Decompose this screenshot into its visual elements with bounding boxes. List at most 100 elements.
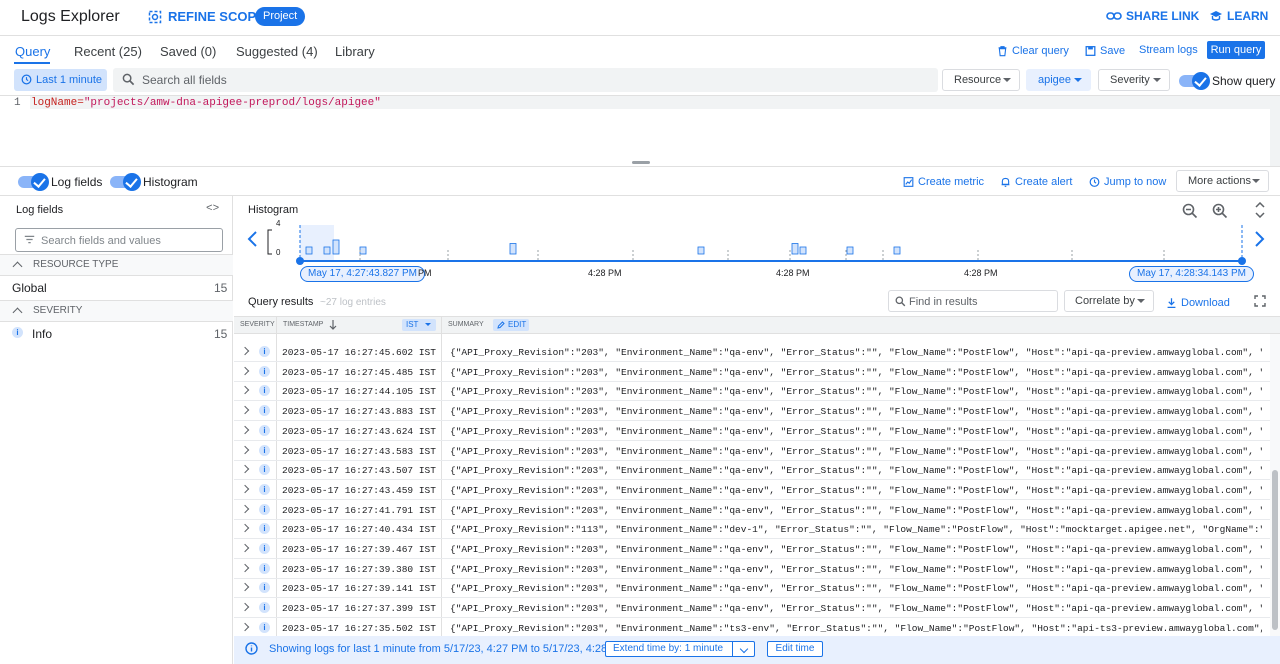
histogram-end-label[interactable]: May 17, 4:28:34.143 PM xyxy=(1129,266,1254,282)
editor-scrollbar[interactable] xyxy=(1270,96,1280,166)
create-alert-button[interactable]: Create alert xyxy=(1000,175,1072,189)
chevron-right-icon[interactable] xyxy=(240,366,250,375)
tab-suggested[interactable]: Suggested (4) xyxy=(236,44,318,59)
create-metric-button[interactable]: Create metric xyxy=(903,175,984,189)
log-entry-row[interactable]: i 2023-05-17 16:27:35.502 IST {"API_Proxy_… xyxy=(234,618,1270,636)
col-severity-header[interactable]: SEVERITY xyxy=(240,321,275,328)
severity-section-header[interactable]: SEVERITY xyxy=(0,300,233,322)
fullscreen-icon[interactable] xyxy=(1254,295,1266,307)
log-entry-row[interactable]: i 2023-05-17 16:27:43.459 IST {"API_Proxy_… xyxy=(234,480,1270,500)
log-entry-row[interactable]: i 2023-05-17 16:27:43.883 IST {"API_Proxy_… xyxy=(234,401,1270,422)
tab-saved[interactable]: Saved (0) xyxy=(160,44,216,59)
chevron-right-icon[interactable] xyxy=(240,602,250,612)
log-summary[interactable]: {"API_Proxy_Revision":"203", "Environmen… xyxy=(450,505,1262,516)
log-entry-row[interactable]: i 2023-05-17 16:27:41.791 IST {"API_Proxy_… xyxy=(234,500,1270,520)
search-all-fields-input[interactable]: Search all fields xyxy=(113,68,938,92)
log-summary[interactable]: {"API_Proxy_Revision":"203", "Environmen… xyxy=(450,603,1262,614)
histogram-bar[interactable] xyxy=(799,246,807,255)
chevron-right-icon[interactable] xyxy=(240,622,250,632)
chevron-right-icon[interactable] xyxy=(240,405,250,415)
histogram-bar[interactable] xyxy=(332,239,340,255)
log-entry-row[interactable]: i 2023-05-17 16:27:40.434 IST {"API_Proxy_… xyxy=(234,519,1270,540)
log-entry-row[interactable]: i 2023-05-17 16:27:44.105 IST {"API_Proxy_… xyxy=(234,381,1270,402)
log-summary[interactable]: {"API_Proxy_Revision":"203", "Environmen… xyxy=(450,544,1262,555)
clear-query-button[interactable]: Clear query xyxy=(997,44,1069,58)
histogram-chart[interactable] xyxy=(240,215,1250,267)
run-query-button[interactable]: Run query xyxy=(1207,41,1265,59)
histogram-bar[interactable] xyxy=(697,246,705,255)
edit-time-button[interactable]: Edit time xyxy=(767,641,823,657)
chevron-right-icon[interactable] xyxy=(240,346,250,356)
histogram-next-icon[interactable] xyxy=(1253,231,1265,247)
log-summary[interactable]: {"API_Proxy_Revision":"203", "Environmen… xyxy=(450,564,1262,575)
histogram-bar[interactable] xyxy=(893,246,901,255)
histogram-start-handle[interactable] xyxy=(296,257,304,265)
refine-scope-button[interactable]: REFINE SCOPE xyxy=(148,9,265,24)
correlate-by-dropdown[interactable]: Correlate by xyxy=(1064,290,1154,312)
log-summary[interactable]: {"API_Proxy_Revision":"203", "Environmen… xyxy=(450,426,1262,437)
log-entry-row[interactable]: i 2023-05-17 16:27:43.583 IST {"API_Proxy_… xyxy=(234,441,1270,461)
log-fields-search-input[interactable]: Search fields and values xyxy=(15,228,223,252)
log-entry-row[interactable]: i 2023-05-17 16:27:43.507 IST {"API_Proxy_… xyxy=(234,460,1270,481)
histogram-end-handle[interactable] xyxy=(1238,257,1246,265)
histogram-bar[interactable] xyxy=(846,246,854,255)
log-summary[interactable]: {"API_Proxy_Revision":"203", "Environmen… xyxy=(450,485,1262,496)
log-entry-row[interactable]: i 2023-05-17 16:27:39.467 IST {"API_Proxy_… xyxy=(234,539,1270,559)
severity-dropdown[interactable]: Severity xyxy=(1098,69,1170,91)
chevron-right-icon[interactable] xyxy=(240,543,250,553)
more-actions-dropdown[interactable]: More actions xyxy=(1176,170,1269,192)
log-entry-row[interactable]: i 2023-05-17 16:27:39.380 IST {"API_Proxy_… xyxy=(234,559,1270,579)
edit-summary-button[interactable]: EDIT xyxy=(493,319,530,331)
query-text[interactable]: logName="projects/amw-dna-apigee-preprod… xyxy=(31,97,381,109)
share-link-button[interactable]: SHARE LINK xyxy=(1106,9,1199,23)
field-value-info[interactable]: Info xyxy=(32,327,52,341)
chevron-right-icon[interactable] xyxy=(240,583,250,592)
resource-type-section-header[interactable]: RESOURCE TYPE xyxy=(0,254,233,276)
chevron-right-icon[interactable] xyxy=(240,563,250,572)
apigee-dropdown[interactable]: apigee xyxy=(1026,69,1091,91)
log-summary[interactable]: {"API_Proxy_Revision":"203", "Environmen… xyxy=(450,386,1262,397)
extend-time-button[interactable]: Extend time by: 1 minute xyxy=(605,641,755,657)
chevron-right-icon[interactable] xyxy=(240,484,250,494)
log-summary[interactable]: {"API_Proxy_Revision":"203", "Environmen… xyxy=(450,623,1262,634)
chevron-down-icon[interactable] xyxy=(739,644,749,654)
log-summary[interactable]: {"API_Proxy_Revision":"203", "Environmen… xyxy=(450,446,1262,457)
editor-resize-handle[interactable] xyxy=(632,161,650,164)
histogram-bar[interactable] xyxy=(305,246,313,255)
histogram-start-label[interactable]: May 17, 4:27:43.827 PM xyxy=(300,266,425,282)
log-entry-row[interactable]: i 2023-05-17 16:27:45.602 IST {"API_Proxy_… xyxy=(234,342,1270,362)
log-entry-row[interactable]: i 2023-05-17 16:27:39.141 IST {"API_Proxy_… xyxy=(234,578,1270,599)
log-entry-row[interactable]: i 2023-05-17 16:27:43.624 IST {"API_Proxy_… xyxy=(234,421,1270,441)
tab-query[interactable]: Query xyxy=(15,44,50,59)
tab-recent[interactable]: Recent (25) xyxy=(74,44,142,59)
code-icon[interactable]: <> xyxy=(206,203,219,215)
log-summary[interactable]: {"API_Proxy_Revision":"203", "Environmen… xyxy=(450,347,1262,358)
sort-arrow-icon[interactable] xyxy=(329,320,337,330)
log-entry-row[interactable]: i 2023-05-17 16:27:37.399 IST {"API_Proxy_… xyxy=(234,598,1270,619)
histogram-bar[interactable] xyxy=(359,246,367,255)
col-timestamp-header[interactable]: TIMESTAMP xyxy=(283,321,323,328)
field-value-global[interactable]: Global xyxy=(12,281,47,295)
save-query-button[interactable]: Save xyxy=(1085,44,1125,58)
resource-dropdown[interactable]: Resource xyxy=(942,69,1020,91)
chevron-right-icon[interactable] xyxy=(240,464,250,474)
results-scrollbar-thumb[interactable] xyxy=(1272,470,1278,630)
log-summary[interactable]: {"API_Proxy_Revision":"203", "Environmen… xyxy=(450,465,1262,476)
jump-to-now-button[interactable]: Jump to now xyxy=(1089,175,1166,189)
log-entry-row[interactable]: i 2023-05-17 16:27:45.485 IST {"API_Proxy_… xyxy=(234,362,1270,382)
download-button[interactable]: Download xyxy=(1166,296,1230,310)
find-in-results-input[interactable]: Find in results xyxy=(888,290,1058,312)
stream-logs-button[interactable]: Stream logs xyxy=(1139,44,1198,56)
chevron-right-icon[interactable] xyxy=(240,524,250,533)
log-fields-toggle[interactable] xyxy=(18,173,49,191)
show-query-toggle[interactable] xyxy=(1179,72,1210,90)
collapse-icon[interactable] xyxy=(1255,202,1265,218)
log-summary[interactable]: {"API_Proxy_Revision":"203", "Environmen… xyxy=(450,583,1262,594)
timezone-dropdown[interactable]: IST xyxy=(402,319,437,331)
log-summary[interactable]: {"API_Proxy_Revision":"203", "Environmen… xyxy=(450,367,1262,378)
log-summary[interactable]: {"API_Proxy_Revision":"203", "Environmen… xyxy=(450,406,1262,417)
project-chip[interactable]: Project xyxy=(255,7,306,26)
histogram-bar[interactable] xyxy=(509,243,517,255)
histogram-bar[interactable] xyxy=(323,246,331,255)
tab-library[interactable]: Library xyxy=(335,44,375,59)
